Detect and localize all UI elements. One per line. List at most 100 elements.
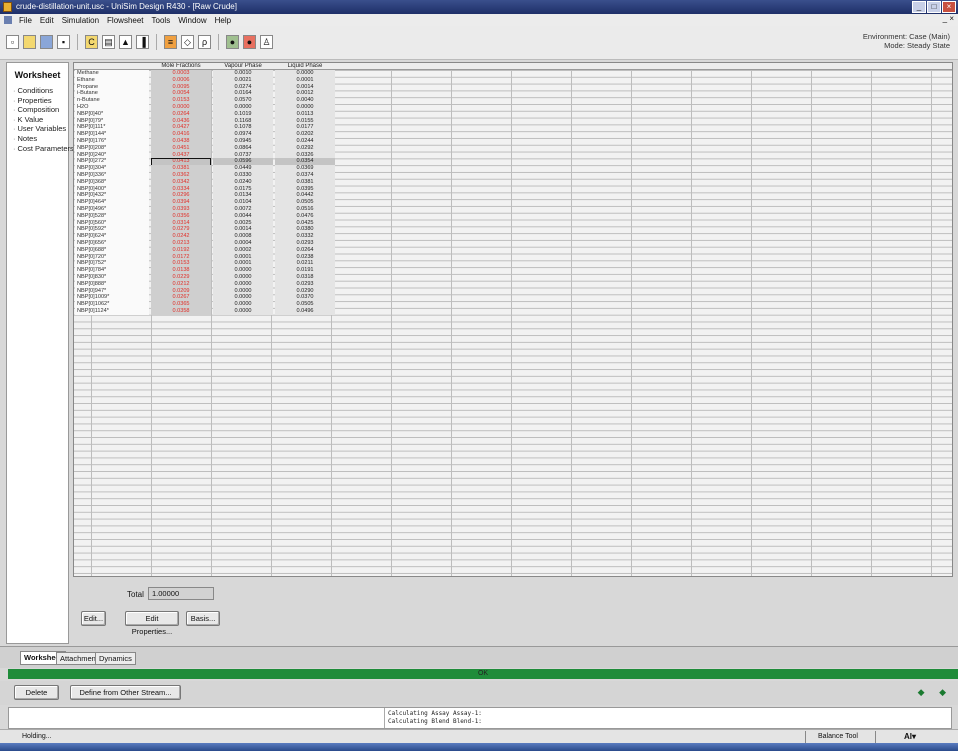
document-close-icon[interactable]: _ × xyxy=(943,14,954,23)
mole-fraction-cell[interactable]: 0.0436 xyxy=(151,117,211,125)
vapour-phase-cell[interactable]: 0.0240 xyxy=(213,178,273,186)
liquid-phase-cell[interactable]: 0.0290 xyxy=(275,287,335,295)
header-liquid-phase[interactable]: Liquid Phase xyxy=(275,63,335,70)
mole-fraction-cell[interactable]: 0.0138 xyxy=(151,267,211,274)
vapour-phase-cell[interactable]: 0.0274 xyxy=(213,83,273,91)
mole-fraction-cell[interactable]: 0.0427 xyxy=(151,124,211,132)
vapour-phase-cell[interactable]: 0.0164 xyxy=(213,90,273,98)
vapour-phase-cell[interactable]: 0.0330 xyxy=(213,172,273,179)
tab-dynamics[interactable]: Dynamics xyxy=(95,652,136,665)
flowsheet-icon[interactable]: ▤ xyxy=(102,35,115,49)
vapour-phase-cell[interactable]: 0.1019 xyxy=(213,110,273,118)
vapour-phase-cell[interactable]: 0.0072 xyxy=(213,206,273,213)
vapour-phase-cell[interactable]: 0.0737 xyxy=(213,151,273,159)
vapour-phase-cell[interactable]: 0.0449 xyxy=(213,165,273,172)
liquid-phase-cell[interactable]: 0.0238 xyxy=(275,253,335,261)
liquid-phase-cell[interactable]: 0.0332 xyxy=(275,233,335,240)
liquid-phase-cell[interactable]: 0.0395 xyxy=(275,185,335,193)
liquid-phase-cell[interactable]: 0.0505 xyxy=(275,199,335,206)
delete-button[interactable]: Delete xyxy=(14,685,59,700)
liquid-phase-cell[interactable]: 0.0381 xyxy=(275,178,335,186)
vapour-phase-cell[interactable]: 0.0014 xyxy=(213,226,273,234)
liquid-phase-cell[interactable]: 0.0191 xyxy=(275,267,335,274)
nav-cost-parameters[interactable]: Cost Parameters xyxy=(9,144,74,154)
liquid-phase-cell[interactable]: 0.0000 xyxy=(275,70,335,77)
mole-fraction-cell[interactable]: 0.0314 xyxy=(151,219,211,227)
liquid-phase-cell[interactable]: 0.0211 xyxy=(275,260,335,268)
vapour-phase-cell[interactable]: 0.0025 xyxy=(213,219,273,227)
vapour-phase-cell[interactable]: 0.0596 xyxy=(213,158,273,166)
liquid-phase-cell[interactable]: 0.0292 xyxy=(275,144,335,152)
save-icon[interactable] xyxy=(40,35,53,49)
liquid-phase-cell[interactable]: 0.0374 xyxy=(275,172,335,179)
liquid-phase-cell[interactable]: 0.0516 xyxy=(275,206,335,213)
vapour-phase-cell[interactable]: 0.1078 xyxy=(213,124,273,132)
liquid-phase-cell[interactable]: 0.0293 xyxy=(275,280,335,288)
mole-fraction-cell[interactable]: 0.0000 xyxy=(151,104,211,111)
mole-fraction-cell[interactable]: 0.0003 xyxy=(151,70,211,77)
liquid-phase-cell[interactable]: 0.0476 xyxy=(275,212,335,220)
vapour-phase-cell[interactable]: 0.0000 xyxy=(213,287,273,295)
vapour-phase-cell[interactable]: 0.0000 xyxy=(213,308,273,315)
mole-fraction-cell[interactable]: 0.0192 xyxy=(151,246,211,254)
close-icon[interactable]: × xyxy=(942,1,956,13)
fluid-package-icon[interactable]: ▲ xyxy=(119,35,132,49)
open-case-icon[interactable] xyxy=(23,35,36,49)
liquid-phase-cell[interactable]: 0.0380 xyxy=(275,226,335,234)
mole-fraction-cell[interactable]: 0.0153 xyxy=(151,260,211,268)
liquid-phase-cell[interactable]: 0.0326 xyxy=(275,151,335,159)
vapour-phase-cell[interactable]: 0.0864 xyxy=(213,144,273,152)
balance-tool[interactable]: Balance Tool xyxy=(818,730,858,743)
vapour-phase-cell[interactable]: 0.0004 xyxy=(213,240,273,247)
vapour-phase-cell[interactable]: 0.0134 xyxy=(213,192,273,200)
mole-fraction-cell[interactable]: 0.0358 xyxy=(151,308,211,315)
vapour-phase-cell[interactable]: 0.0974 xyxy=(213,131,273,138)
vapour-phase-cell[interactable]: 0.0000 xyxy=(213,104,273,111)
liquid-phase-cell[interactable]: 0.0425 xyxy=(275,219,335,227)
vapour-phase-cell[interactable]: 0.0010 xyxy=(213,70,273,77)
mole-fraction-cell[interactable]: 0.0362 xyxy=(151,172,211,179)
vapour-phase-cell[interactable]: 0.0008 xyxy=(213,233,273,240)
nav-notes[interactable]: Notes xyxy=(9,134,66,144)
nav-user-variables[interactable]: User Variables xyxy=(9,124,67,134)
liquid-phase-cell[interactable]: 0.0369 xyxy=(275,165,335,172)
vapour-phase-cell[interactable]: 0.0021 xyxy=(213,76,273,84)
vapour-phase-cell[interactable]: 0.1168 xyxy=(213,117,273,125)
vapour-phase-cell[interactable]: 0.0000 xyxy=(213,267,273,274)
vapour-phase-cell[interactable]: 0.0000 xyxy=(213,280,273,288)
solver-active-icon[interactable]: ● xyxy=(226,35,239,49)
pfd-icon[interactable]: ◇ xyxy=(181,35,194,49)
solver-hold-icon[interactable]: ● xyxy=(243,35,256,49)
mole-fraction-cell[interactable]: 0.0153 xyxy=(151,97,211,104)
mole-fraction-cell[interactable]: 0.0356 xyxy=(151,212,211,220)
mole-fraction-cell[interactable]: 0.0264 xyxy=(151,110,211,118)
workbook-icon[interactable]: ≡ xyxy=(164,35,177,49)
vapour-phase-cell[interactable]: 0.0000 xyxy=(213,294,273,302)
mole-fraction-cell[interactable]: 0.0342 xyxy=(151,178,211,186)
vapour-phase-cell[interactable]: 0.0175 xyxy=(213,185,273,193)
mole-fraction-cell[interactable]: 0.0006 xyxy=(151,76,211,84)
mole-fraction-cell[interactable]: 0.0394 xyxy=(151,199,211,206)
dynamics-icon[interactable]: ♙ xyxy=(260,35,273,49)
nav-k-value[interactable]: K Value xyxy=(9,115,66,125)
liquid-phase-cell[interactable]: 0.0244 xyxy=(275,138,335,145)
mole-fraction-cell[interactable]: 0.0334 xyxy=(151,185,211,193)
liquid-phase-cell[interactable]: 0.0442 xyxy=(275,192,335,200)
liquid-phase-cell[interactable]: 0.0318 xyxy=(275,274,335,281)
menu-window[interactable]: Window xyxy=(175,16,209,25)
nav-composition[interactable]: Composition xyxy=(9,105,66,115)
menu-file[interactable]: File xyxy=(16,16,35,25)
header-mole-fractions[interactable]: Mole Fractions xyxy=(151,63,211,70)
mole-fraction-cell[interactable]: 0.0172 xyxy=(151,253,211,261)
reactions-icon[interactable]: ▐ xyxy=(136,35,149,49)
minimize-icon[interactable]: _ xyxy=(912,1,926,13)
vapour-phase-cell[interactable]: 0.0044 xyxy=(213,212,273,220)
menu-flowsheet[interactable]: Flowsheet xyxy=(104,16,146,25)
mole-fraction-cell[interactable]: 0.0393 xyxy=(151,206,211,213)
mole-fraction-cell[interactable]: 0.0267 xyxy=(151,294,211,302)
mole-fraction-cell[interactable]: 0.0365 xyxy=(151,301,211,308)
liquid-phase-cell[interactable]: 0.0354 xyxy=(275,158,335,166)
liquid-phase-cell[interactable]: 0.0012 xyxy=(275,90,335,98)
liquid-phase-cell[interactable]: 0.0293 xyxy=(275,240,335,247)
menu-tools[interactable]: Tools xyxy=(149,16,174,25)
